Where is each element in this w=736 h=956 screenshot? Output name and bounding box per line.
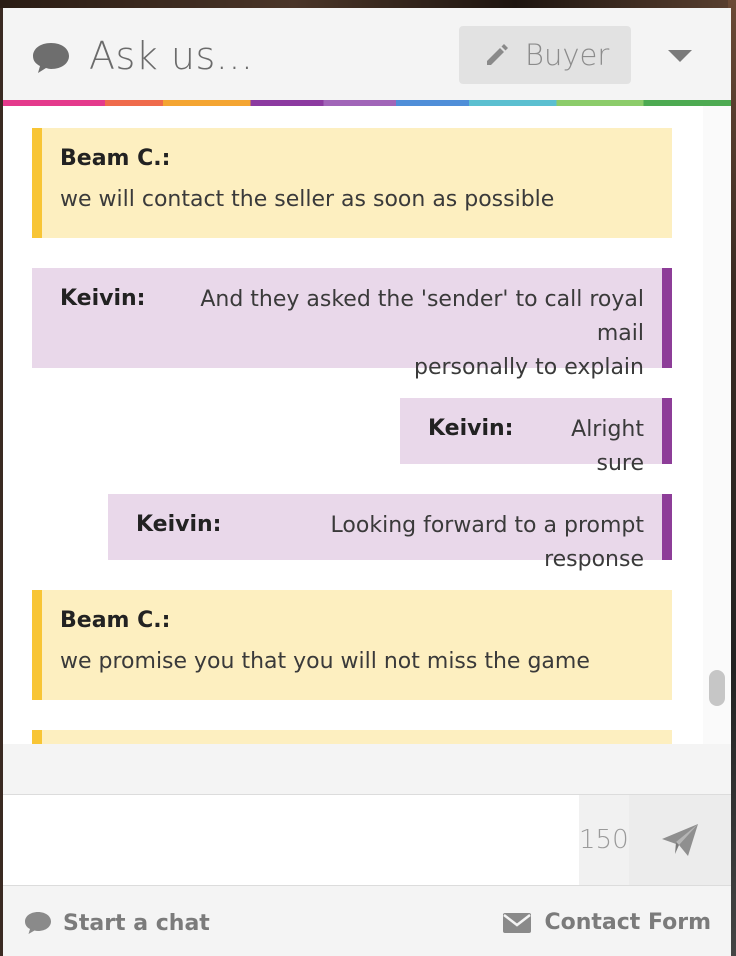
message-list: Beam C.: we will contact the seller as s…: [3, 106, 703, 744]
message-text: Alright sure: [571, 417, 644, 476]
message-input[interactable]: [3, 795, 579, 885]
caret-down-icon[interactable]: [667, 48, 693, 64]
message-text-line: personally to explain: [414, 355, 644, 380]
send-button[interactable]: [629, 795, 731, 885]
user-message: Keivin: Alright sure: [400, 398, 672, 476]
message-composer: 150: [3, 794, 731, 886]
agent-message-partial: [32, 730, 672, 744]
role-button-label: Buyer: [525, 38, 610, 72]
agent-message: Beam C.: we will contact the seller as s…: [32, 128, 672, 238]
chat-bubble-icon: [25, 912, 51, 934]
chat-bubble-icon: [33, 43, 69, 73]
message-text: Looking forward to a prompt response: [330, 513, 644, 572]
agent-message: Beam C.: we promise you that you will no…: [32, 590, 672, 700]
pencil-icon: [487, 44, 508, 65]
start-chat-link[interactable]: Start a chat: [23, 910, 210, 936]
start-chat-label: Start a chat: [63, 910, 210, 936]
scrollbar-thumb[interactable]: [709, 670, 725, 706]
message-sender: Beam C.:: [60, 608, 171, 633]
scrollbar-track[interactable]: [703, 106, 731, 744]
user-message: Keivin: And they asked the 'sender' to c…: [32, 268, 672, 380]
message-sender: Keivin:: [60, 286, 146, 311]
typing-indicator-area: [3, 744, 731, 794]
message-text: we promise you that you will not miss th…: [60, 649, 590, 674]
character-counter: 150: [579, 795, 629, 885]
chat-footer: Start a chat Contact Form: [3, 886, 731, 956]
background-top: [0, 0, 736, 8]
user-message: Keivin: Looking forward to a prompt resp…: [108, 494, 672, 572]
paper-plane-icon: [662, 824, 698, 856]
message-text: And they asked the 'sender' to call roya…: [173, 283, 644, 385]
chat-header: Ask us... Buyer: [3, 8, 731, 100]
role-button[interactable]: Buyer: [459, 26, 631, 84]
header-title: Ask us...: [89, 34, 254, 78]
message-sender: Beam C.:: [60, 146, 171, 171]
chat-widget: Ask us... Buyer Beam C.: we will contact…: [3, 8, 731, 956]
envelope-icon: [503, 912, 532, 933]
message-sender: Keivin:: [136, 512, 222, 537]
contact-form-link[interactable]: Contact Form: [502, 910, 711, 935]
message-sender: Keivin:: [428, 416, 514, 441]
message-text-line: And they asked the 'sender' to call roya…: [200, 287, 644, 346]
message-text: we will contact the seller as soon as po…: [60, 187, 555, 212]
contact-form-label: Contact Form: [544, 910, 711, 935]
